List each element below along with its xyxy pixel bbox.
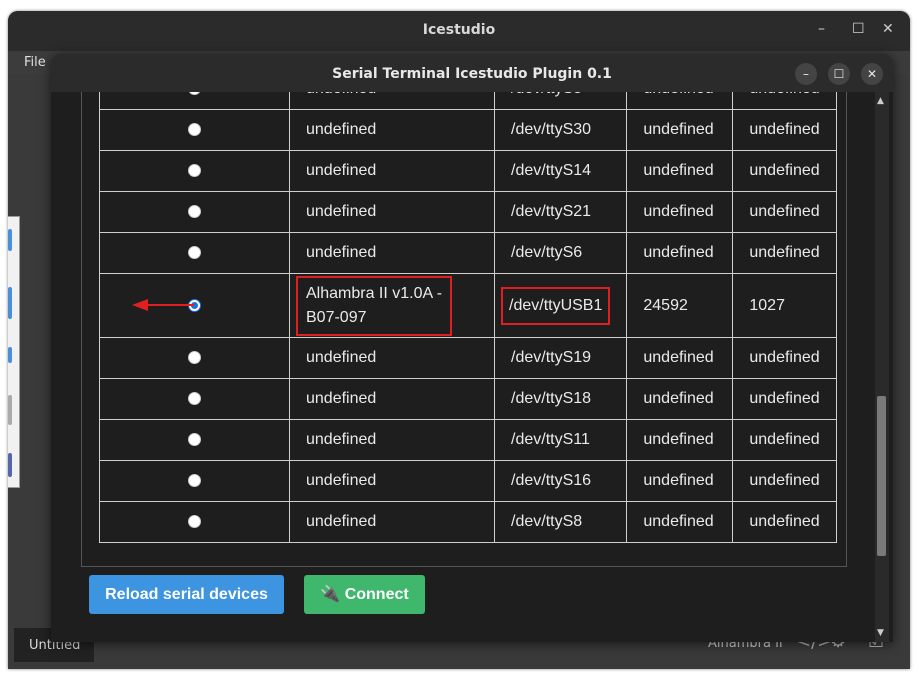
- device-name: undefined: [289, 460, 495, 502]
- table-row[interactable]: undefined/dev/ttyS5undefinedundefined: [99, 92, 838, 110]
- device-name: undefined: [289, 109, 495, 151]
- connect-button[interactable]: 🔌 Connect: [304, 575, 425, 614]
- device-pid: 1027: [732, 273, 838, 338]
- device-vid: undefined: [626, 378, 734, 420]
- dialog-titlebar: Serial Terminal Icestudio Plugin 0.1 – ☐…: [51, 54, 893, 92]
- toolbar-tool-icon[interactable]: [8, 453, 12, 477]
- device-name: undefined: [289, 501, 495, 543]
- table-row[interactable]: undefined/dev/ttyS30 undefined undefined: [99, 109, 838, 151]
- highlighted-device-port: /dev/ttyUSB1: [501, 286, 611, 325]
- table-row[interactable]: undefined/dev/ttyS21 undefined undefined: [99, 191, 838, 233]
- toolbar-tool-icon[interactable]: [8, 229, 12, 251]
- device-port: /dev/ttyS18: [493, 378, 628, 420]
- device-radio[interactable]: [188, 392, 201, 406]
- device-radio[interactable]: [188, 92, 201, 96]
- device-pid: undefined: [732, 501, 838, 543]
- device-name: undefined: [289, 419, 495, 461]
- device-name: undefined: [289, 150, 495, 192]
- device-vid: undefined: [626, 232, 734, 274]
- device-name: undefined: [289, 191, 495, 233]
- connect-label: Connect: [344, 586, 409, 603]
- main-minimize-icon[interactable]: –: [818, 21, 825, 37]
- device-radio[interactable]: [188, 246, 201, 260]
- toolbar-tool-icon[interactable]: [8, 287, 12, 319]
- device-name: undefined: [289, 232, 495, 274]
- dialog-close-icon[interactable]: ✕: [861, 63, 883, 85]
- device-port: /dev/ttyS5: [493, 92, 628, 110]
- device-radio[interactable]: [188, 164, 201, 178]
- main-close-icon[interactable]: ✕: [882, 21, 894, 37]
- table-row[interactable]: undefined/dev/ttyS8 undefined undefined: [99, 501, 838, 543]
- device-vid: 24592: [626, 273, 734, 338]
- device-radio[interactable]: [188, 205, 201, 219]
- device-vid: undefined: [626, 92, 734, 110]
- toolbar-tool-icon[interactable]: [8, 347, 12, 363]
- device-port: /dev/ttyS30: [493, 109, 628, 151]
- device-pid: undefined: [732, 337, 838, 379]
- device-vid: undefined: [626, 150, 734, 192]
- device-name-cell: Alhambra II v1.0A - B07-097: [289, 273, 495, 338]
- table-row-selected[interactable]: Alhambra II v1.0A - B07-097 /dev/ttyUSB1 …: [99, 273, 838, 338]
- table-row[interactable]: undefined/dev/ttyS11 undefined undefined: [99, 419, 838, 461]
- device-pid: undefined: [732, 150, 838, 192]
- plug-icon: 🔌: [320, 586, 341, 603]
- toolbar-tool-icon[interactable]: [8, 395, 12, 425]
- serial-terminal-dialog: Serial Terminal Icestudio Plugin 0.1 – ☐…: [51, 54, 893, 642]
- menu-file[interactable]: File: [24, 55, 46, 70]
- dialog-title: Serial Terminal Icestudio Plugin 0.1: [332, 66, 612, 82]
- main-maximize-icon[interactable]: ☐: [852, 21, 865, 37]
- dialog-maximize-icon[interactable]: ☐: [828, 63, 850, 85]
- device-port: /dev/ttyS11: [493, 419, 628, 461]
- serial-device-table: undefined/dev/ttyS5undefinedundefined un…: [99, 92, 838, 543]
- device-name: undefined: [289, 378, 495, 420]
- device-pid: undefined: [732, 419, 838, 461]
- device-port-cell: /dev/ttyUSB1: [493, 273, 628, 338]
- side-toolbar: [8, 216, 20, 488]
- device-name-line2: B07-097: [306, 308, 367, 326]
- device-port: /dev/ttyS14: [493, 150, 628, 192]
- vertical-scrollbar[interactable]: ▲ ▼: [875, 92, 889, 642]
- main-window-title: Icestudio: [422, 22, 496, 38]
- device-pid: undefined: [732, 232, 838, 274]
- device-radio[interactable]: [188, 474, 201, 488]
- red-arrow-annotation-icon: [132, 299, 194, 311]
- device-pid: undefined: [732, 191, 838, 233]
- device-pid: undefined: [732, 378, 838, 420]
- table-row[interactable]: undefined/dev/ttyS18 undefined undefined: [99, 378, 838, 420]
- scroll-up-icon[interactable]: ▲: [877, 96, 884, 106]
- reload-serial-devices-button[interactable]: Reload serial devices: [89, 575, 284, 614]
- table-row[interactable]: undefined/dev/ttyS16 undefined undefined: [99, 460, 838, 502]
- scrollbar-thumb[interactable]: [877, 396, 886, 556]
- device-radio[interactable]: [188, 515, 201, 529]
- highlighted-device-name: Alhambra II v1.0A - B07-097: [296, 275, 453, 336]
- device-vid: undefined: [626, 501, 734, 543]
- device-list-panel: undefined/dev/ttyS5undefinedundefined un…: [81, 92, 847, 567]
- table-row[interactable]: undefined/dev/ttyS14 undefined undefined: [99, 150, 838, 192]
- device-radio[interactable]: [188, 351, 201, 365]
- dialog-minimize-icon[interactable]: –: [795, 63, 817, 85]
- main-titlebar: Icestudio – ☐ ✕: [8, 11, 910, 51]
- device-port: /dev/ttyS8: [493, 501, 628, 543]
- device-vid: undefined: [626, 191, 734, 233]
- device-name-line1: Alhambra II v1.0A -: [306, 284, 443, 302]
- device-vid: undefined: [626, 109, 734, 151]
- scroll-down-icon[interactable]: ▼: [877, 628, 884, 638]
- device-radio[interactable]: [188, 123, 201, 137]
- device-port: /dev/ttyS6: [493, 232, 628, 274]
- device-vid: undefined: [626, 460, 734, 502]
- device-port: /dev/ttyS21: [493, 191, 628, 233]
- device-name: undefined: [289, 92, 495, 110]
- device-pid: undefined: [732, 109, 838, 151]
- device-vid: undefined: [626, 419, 734, 461]
- table-row[interactable]: undefined/dev/ttyS6 undefined undefined: [99, 232, 838, 274]
- device-pid: undefined: [732, 92, 838, 110]
- device-name: undefined: [289, 337, 495, 379]
- device-vid: undefined: [626, 337, 734, 379]
- table-row[interactable]: undefined/dev/ttyS19 undefined undefined: [99, 337, 838, 379]
- device-port: /dev/ttyS19: [493, 337, 628, 379]
- device-radio[interactable]: [188, 433, 201, 447]
- device-pid: undefined: [732, 460, 838, 502]
- dialog-content: undefined/dev/ttyS5undefinedundefined un…: [51, 92, 893, 642]
- device-port: /dev/ttyS16: [493, 460, 628, 502]
